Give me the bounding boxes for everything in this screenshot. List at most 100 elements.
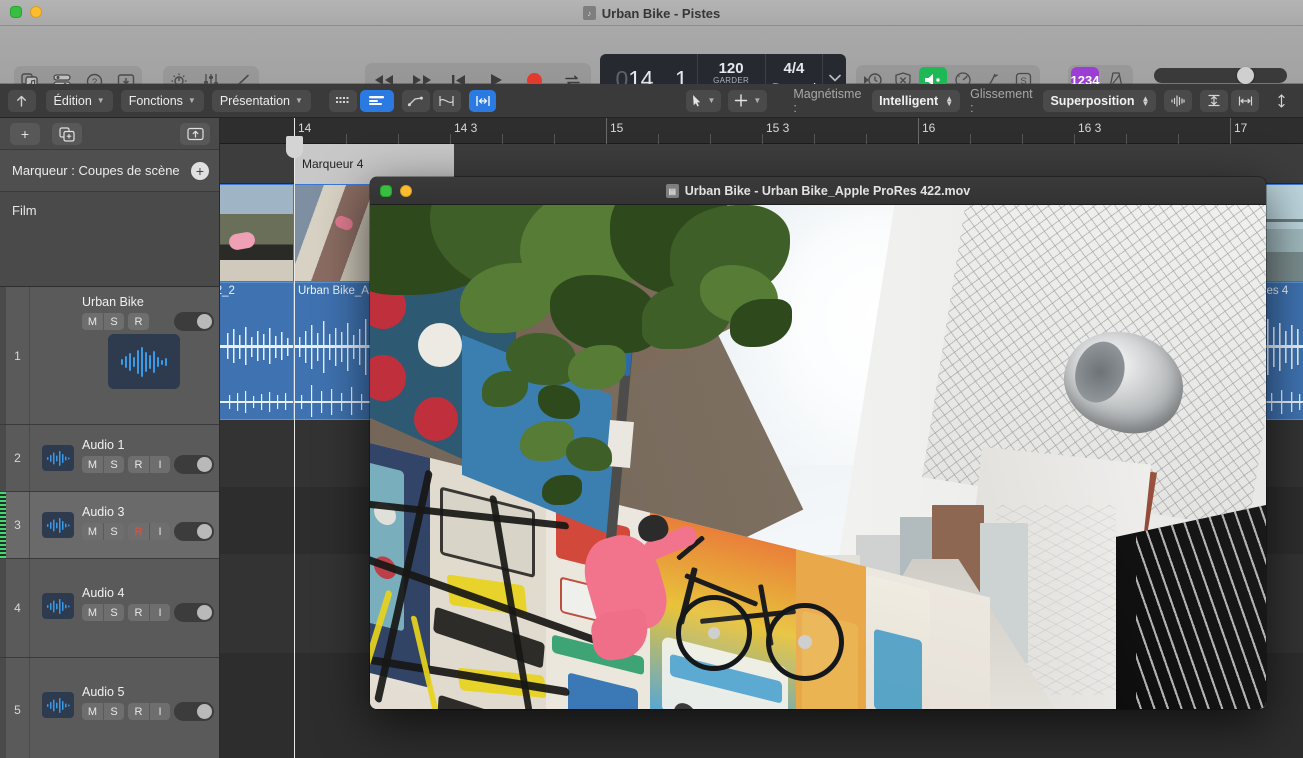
snap-select[interactable]: Intelligent ▲▼	[872, 90, 960, 112]
mute-button[interactable]: M	[82, 523, 103, 540]
snap-edit-button[interactable]	[469, 90, 497, 112]
solo-button[interactable]: S	[103, 313, 124, 330]
track-number: 2	[6, 425, 30, 491]
movie-video-frame[interactable]	[370, 205, 1266, 709]
movie-window-title: ▤ Urban Bike - Urban Bike_Apple ProRes 4…	[370, 177, 1266, 205]
add-track-button[interactable]: +	[10, 123, 40, 145]
lcd-tempo-value: 120	[719, 61, 744, 77]
track-button-group: M S R I	[82, 604, 170, 621]
snap-label: Magnétisme :	[793, 87, 867, 115]
chevron-down-icon: ▼	[707, 96, 715, 105]
mute-button[interactable]: M	[82, 456, 103, 473]
grid-view-button[interactable]	[329, 90, 357, 112]
timeline-ruler[interactable]: 14 14 3 15 15 3 16 16 3 17	[220, 118, 1303, 144]
solo-button[interactable]: S	[103, 604, 124, 621]
lamp-inner-cone	[1067, 335, 1132, 409]
mute-button[interactable]: M	[82, 604, 103, 621]
track-enable-toggle[interactable]	[174, 522, 214, 541]
playhead[interactable]	[294, 118, 295, 758]
duplicate-track-button[interactable]	[52, 123, 82, 145]
solo-button[interactable]: S	[103, 703, 124, 720]
region-name-text: Bike_Apple ProRes 422_2	[220, 285, 235, 297]
track-icon-large[interactable]	[108, 334, 180, 389]
zoom-tools-group	[1164, 90, 1192, 112]
movie-document-icon: ▤	[666, 184, 679, 198]
track-name[interactable]: Audio 1	[82, 438, 124, 452]
record-enable-button[interactable]: R	[128, 604, 149, 621]
track-name[interactable]: Audio 5	[82, 685, 124, 699]
drag-value: Superposition	[1050, 94, 1134, 108]
film-track-label: Film	[12, 203, 37, 218]
record-enable-button[interactable]: R	[128, 456, 149, 473]
track-header-2[interactable]: 2 Audio 1 M S R	[0, 425, 219, 492]
track-button-group: M S R I	[82, 703, 170, 720]
movie-minimize-button[interactable]	[400, 185, 412, 197]
marker-add-button[interactable]: +	[191, 162, 209, 180]
master-volume-knob[interactable]	[1237, 67, 1254, 84]
solo-button[interactable]: S	[103, 456, 124, 473]
track-header-5[interactable]: 5 Audio 5 M S R	[0, 658, 219, 758]
menu-presentation[interactable]: Présentation ▼	[212, 90, 311, 112]
audio-region[interactable]: Bike_Apple ProRes 422_2	[220, 282, 294, 420]
track-icon[interactable]	[42, 512, 74, 538]
record-enable-button[interactable]: R	[128, 523, 149, 540]
pointer-tool-button[interactable]: ▼	[686, 90, 721, 112]
movie-window[interactable]: ▤ Urban Bike - Urban Bike_Apple ProRes 4…	[370, 177, 1266, 709]
input-monitor-button[interactable]: I	[149, 456, 170, 473]
track-header-1[interactable]: 1 Urban Bike M S R	[0, 287, 219, 425]
stepper-icon: ▲▼	[1142, 96, 1150, 106]
track-number: 1	[6, 287, 30, 424]
window-title-text: Urban Bike - Pistes	[602, 6, 721, 21]
marker-track-header[interactable]: Marqueur : Coupes de scène +	[0, 150, 219, 192]
horizontal-zoom-button[interactable]	[1231, 90, 1259, 112]
film-thumbnail[interactable]	[294, 184, 372, 282]
menu-fonctions[interactable]: Fonctions ▼	[121, 90, 204, 112]
mute-button[interactable]: M	[82, 703, 103, 720]
track-controls: Audio 1 M S R I	[30, 425, 219, 491]
marquee-tool-button[interactable]: ▼	[728, 90, 767, 112]
record-enable-button[interactable]: R	[128, 703, 149, 720]
track-header-3[interactable]: 3 Audio 3 M S R	[0, 492, 219, 559]
menu-edition[interactable]: Édition ▼	[46, 90, 113, 112]
track-enable-toggle[interactable]	[174, 603, 214, 622]
master-volume-slider[interactable]	[1154, 68, 1287, 83]
track-enable-toggle[interactable]	[174, 312, 214, 331]
automation-button[interactable]	[402, 90, 430, 112]
flex-button[interactable]	[433, 90, 461, 112]
zoom-stepper[interactable]	[1267, 90, 1295, 112]
input-monitor-button[interactable]: I	[149, 523, 170, 540]
solo-button[interactable]: S	[103, 523, 124, 540]
drag-select[interactable]: Superposition ▲▼	[1043, 90, 1156, 112]
record-enable-button[interactable]: R	[128, 313, 149, 330]
film-thumbnail[interactable]	[220, 184, 294, 282]
movie-zoom-button[interactable]	[380, 185, 392, 197]
input-monitor-button[interactable]: I	[149, 604, 170, 621]
ruler-label: 16 3	[1078, 121, 1101, 135]
drag-label: Glissement :	[970, 87, 1038, 115]
mute-button[interactable]: M	[82, 313, 103, 330]
arrow-up-icon[interactable]	[8, 90, 36, 112]
vertical-zoom-button[interactable]	[1200, 90, 1228, 112]
track-name[interactable]: Audio 3	[82, 505, 124, 519]
track-enable-toggle[interactable]	[174, 702, 214, 721]
track-view-button[interactable]	[360, 90, 394, 112]
chevron-down-icon: ▼	[295, 96, 303, 105]
ruler-label: 16	[922, 121, 935, 135]
track-header-4[interactable]: 4 Audio 4 M S R	[0, 559, 219, 658]
input-monitor-button[interactable]: I	[149, 703, 170, 720]
track-icon[interactable]	[42, 445, 74, 471]
export-button[interactable]	[180, 123, 210, 145]
track-name[interactable]: Audio 4	[82, 586, 124, 600]
track-headers-panel: + Marqueur : Coupes de scène + Film 1 Ur…	[0, 118, 220, 758]
track-panel-toolbar: +	[0, 118, 219, 150]
menu-edition-label: Édition	[54, 94, 92, 108]
waveform-zoom-button[interactable]	[1164, 90, 1192, 112]
track-icon[interactable]	[42, 692, 74, 718]
playhead-handle[interactable]	[286, 136, 303, 158]
lcd-signature-value: 4/4	[784, 60, 805, 77]
track-icon[interactable]	[42, 593, 74, 619]
track-enable-toggle[interactable]	[174, 455, 214, 474]
track-name[interactable]: Urban Bike	[82, 295, 144, 309]
stepper-icon: ▲▼	[945, 96, 953, 106]
film-track-header[interactable]: Film	[0, 192, 219, 287]
